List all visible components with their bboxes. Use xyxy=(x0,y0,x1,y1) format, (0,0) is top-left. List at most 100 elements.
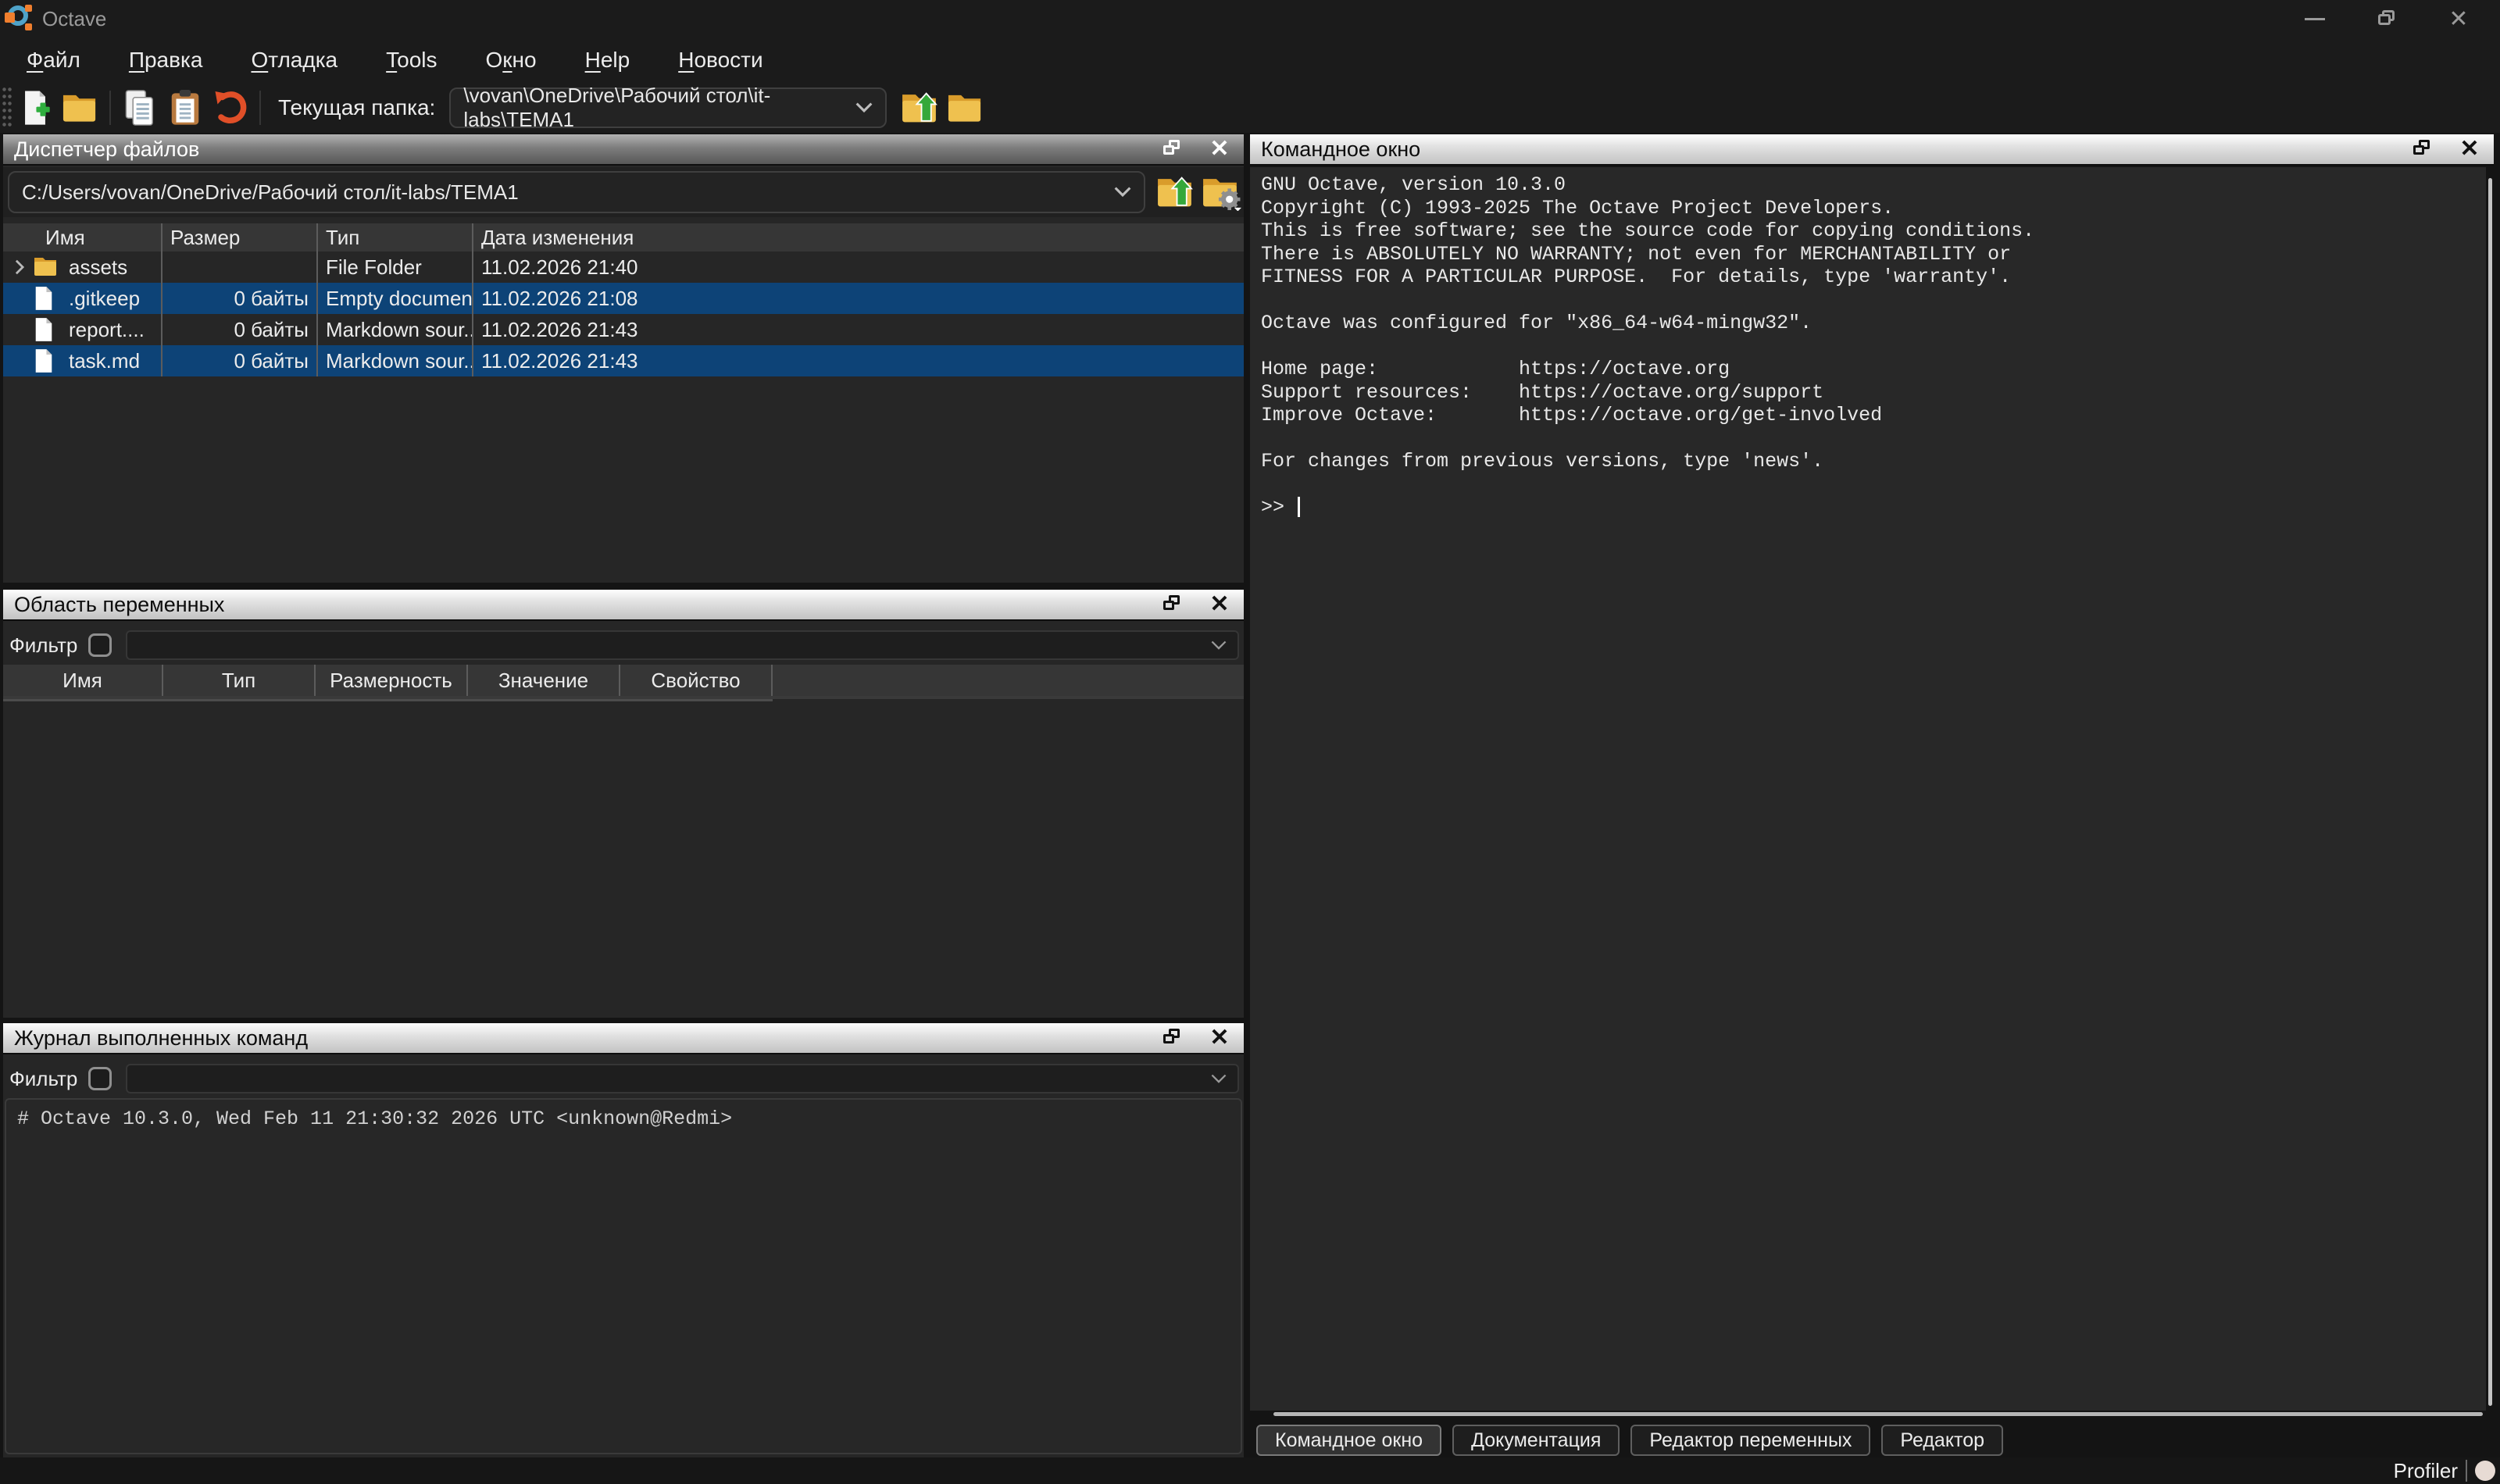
file-size: 0 байты xyxy=(162,314,318,345)
current-folder-label: Текущая папка: xyxy=(278,95,435,120)
paste-button[interactable] xyxy=(162,86,208,130)
terminal-line: This is free software; see the source co… xyxy=(1261,219,2486,243)
octave-main-window: Octave ✕ Файл Правка Отладка Tools Окно … xyxy=(0,0,2500,1484)
file-icon xyxy=(33,286,59,311)
menu-item[interactable]: Tools xyxy=(386,48,437,73)
restore-button[interactable] xyxy=(2373,5,2400,32)
file-browser-path-combobox[interactable]: C:/Users/vovan/OneDrive/Рабочий стол/it-… xyxy=(8,171,1145,213)
file-browser-title: Диспетчер файлов xyxy=(14,137,199,162)
file-row[interactable]: task.md 0 байты Markdown sour... 11.02.2… xyxy=(3,345,1244,376)
filter-combobox[interactable] xyxy=(126,1064,1239,1093)
folder-actions-button[interactable] xyxy=(1198,169,1244,215)
command-history-header: Журнал выполненных команд ✕ xyxy=(3,1023,1244,1054)
profiler-status-icon[interactable] xyxy=(2475,1461,2495,1481)
new-script-button[interactable] xyxy=(12,86,58,130)
terminal-line: FITNESS FOR A PARTICULAR PURPOSE. For de… xyxy=(1261,266,2486,289)
menu-item[interactable]: Новости xyxy=(678,48,762,73)
filter-combobox[interactable] xyxy=(126,630,1239,660)
menu-item[interactable]: Правка xyxy=(129,48,203,73)
column-header-dimension[interactable]: Размерность xyxy=(316,665,468,696)
undock-widget-icon[interactable] xyxy=(1159,591,1186,618)
filter-label: Фильтр xyxy=(9,633,77,658)
current-folder-combobox[interactable]: \vovan\OneDrive\Рабочий стол\it-labs\TEM… xyxy=(449,87,887,128)
column-header-size[interactable]: Размер xyxy=(162,223,318,251)
horizontal-scrollbar[interactable] xyxy=(1273,1412,2483,1416)
toolbar-grip-handle[interactable] xyxy=(2,86,12,130)
undock-widget-icon[interactable] xyxy=(1159,136,1186,162)
file-date: 11.02.2026 21:08 xyxy=(473,283,1244,314)
terminal-line: GNU Octave, version 10.3.0 xyxy=(1261,173,2486,197)
dock-tab[interactable]: Командное окно xyxy=(1256,1425,1441,1456)
column-header-type[interactable]: Тип xyxy=(318,223,473,251)
workspace-title: Область переменных xyxy=(14,593,224,617)
open-file-button[interactable] xyxy=(58,86,103,130)
column-header-name[interactable]: Имя xyxy=(3,223,162,251)
terminal-line xyxy=(1261,427,2486,451)
dock-tab[interactable]: Редактор xyxy=(1881,1425,2003,1456)
file-browser-path-row: C:/Users/vovan/OneDrive/Рабочий стол/it-… xyxy=(3,167,1244,217)
file-type: Markdown sour... xyxy=(318,345,473,376)
close-widget-icon[interactable]: ✕ xyxy=(1206,136,1233,162)
file-size xyxy=(162,251,318,283)
expand-arrow-icon[interactable] xyxy=(12,259,33,276)
menu-item[interactable]: Окно xyxy=(486,48,537,73)
file-browser-path-value: C:/Users/vovan/OneDrive/Рабочий стол/it-… xyxy=(22,180,519,205)
vertical-scrollbar[interactable] xyxy=(2488,178,2492,1406)
toolbar-separator xyxy=(259,91,261,125)
dock-tab[interactable]: Редактор переменных xyxy=(1630,1425,1870,1456)
file-row[interactable]: report.... 0 байты Markdown sour... 11.0… xyxy=(3,314,1244,345)
one-directory-up-button[interactable] xyxy=(1153,169,1198,215)
undock-widget-icon[interactable] xyxy=(1159,1025,1186,1051)
terminal-line: Support resources: https://octave.org/su… xyxy=(1261,381,2486,405)
menu-item[interactable]: Help xyxy=(585,48,630,73)
folder-icon xyxy=(33,255,59,280)
dock-tab[interactable]: Документация xyxy=(1452,1425,1620,1456)
history-entry[interactable]: # Octave 10.3.0, Wed Feb 11 21:30:32 202… xyxy=(17,1108,1230,1131)
main-toolbar: Текущая папка: \vovan\OneDrive\Рабочий с… xyxy=(0,83,2500,133)
browse-folder-button[interactable] xyxy=(943,86,988,130)
filter-checkbox[interactable] xyxy=(88,633,112,657)
column-header-value[interactable]: Значение xyxy=(468,665,620,696)
command-history-panel: Журнал выполненных команд ✕ Фильтр # Oct… xyxy=(3,1023,1244,1457)
minimize-button[interactable] xyxy=(2302,5,2328,32)
file-type: Empty document xyxy=(318,283,473,314)
menu-bar: Файл Правка Отладка Tools Окно Help Ново… xyxy=(0,37,2500,83)
chevron-down-icon xyxy=(1211,640,1227,651)
terminal-line: Home page: https://octave.org xyxy=(1261,358,2486,381)
column-header-class[interactable]: Тип xyxy=(163,665,316,696)
undo-button[interactable] xyxy=(208,86,253,130)
terminal-line: Octave was configured for "x86_64-w64-mi… xyxy=(1261,312,2486,335)
profiler-label: Profiler xyxy=(2394,1459,2458,1483)
undock-widget-icon[interactable] xyxy=(2409,136,2436,162)
toolbar-separator xyxy=(109,91,111,125)
filter-checkbox[interactable] xyxy=(88,1067,112,1090)
dock-tab-bar: Командное окно Документация Редактор пер… xyxy=(1256,1425,2003,1456)
file-name: task.md xyxy=(69,349,140,373)
terminal-line xyxy=(1261,473,2486,497)
column-header-attribute[interactable]: Свойство xyxy=(620,665,773,696)
terminal-line: Improve Octave: https://octave.org/get-i… xyxy=(1261,404,2486,427)
workspace-header-scroll-hint xyxy=(3,699,773,701)
history-list[interactable]: # Octave 10.3.0, Wed Feb 11 21:30:32 202… xyxy=(5,1098,1242,1454)
copy-button[interactable] xyxy=(117,86,162,130)
file-size: 0 байты xyxy=(162,283,318,314)
menu-item[interactable]: Отладка xyxy=(251,48,338,73)
close-widget-icon[interactable]: ✕ xyxy=(1206,591,1233,618)
filter-label: Фильтр xyxy=(9,1067,77,1091)
file-row[interactable]: .gitkeep 0 байты Empty document 11.02.20… xyxy=(3,283,1244,314)
file-icon xyxy=(33,317,59,342)
terminal-line xyxy=(1261,289,2486,312)
close-button[interactable]: ✕ xyxy=(2445,5,2472,32)
file-date: 11.02.2026 21:43 xyxy=(473,345,1244,376)
file-type: File Folder xyxy=(318,251,473,283)
file-name: report.... xyxy=(69,318,145,342)
file-row[interactable]: assets File Folder 11.02.2026 21:40 xyxy=(3,251,1244,283)
close-widget-icon[interactable]: ✕ xyxy=(1206,1025,1233,1051)
menu-item[interactable]: Файл xyxy=(27,48,80,73)
column-header-name[interactable]: Имя xyxy=(3,665,163,696)
column-header-date[interactable]: Дата изменения xyxy=(473,223,1244,251)
close-widget-icon[interactable]: ✕ xyxy=(2456,136,2483,162)
window-title: Octave xyxy=(42,7,106,31)
folder-up-button[interactable] xyxy=(898,86,943,130)
terminal-output[interactable]: GNU Octave, version 10.3.0 Copyright (C)… xyxy=(1250,167,2486,1411)
